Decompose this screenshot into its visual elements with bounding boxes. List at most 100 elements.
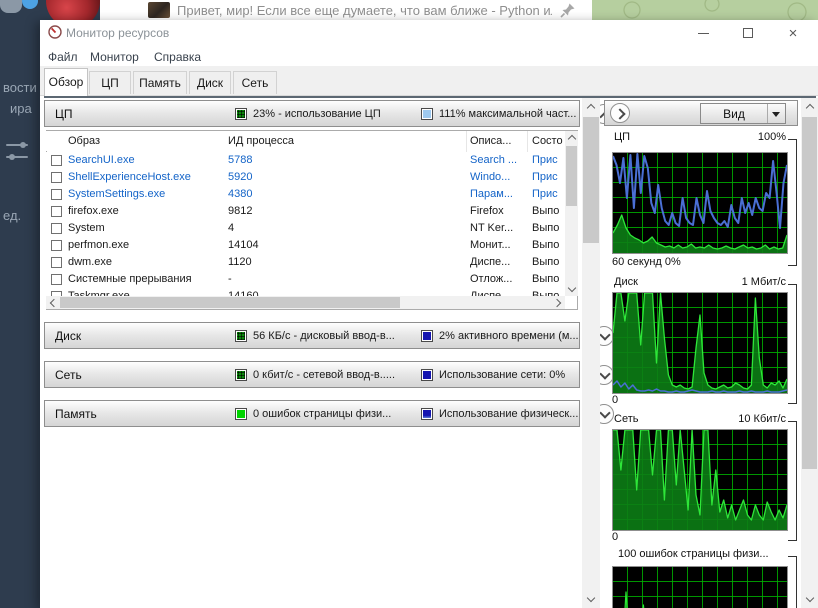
pinned-message-text[interactable]: Привет, мир! Если все еще думаете, что в… <box>177 3 552 18</box>
column-header-description[interactable]: Описа... <box>470 135 511 147</box>
process-row[interactable]: System4NT Ker...Выпо <box>46 220 565 237</box>
network-section-label: Сеть <box>55 368 82 382</box>
process-checkbox[interactable] <box>51 172 62 183</box>
window-title: Монитор ресурсов <box>66 26 169 40</box>
cell-c-st: Прис <box>532 171 564 183</box>
cell-c-img: SystemSettings.exe <box>68 188 218 200</box>
tab-disk[interactable]: Диск <box>189 71 231 94</box>
memory-section-label: Память <box>55 407 97 421</box>
view-dropdown-label: Вид <box>701 107 767 121</box>
cell-c-desc: Search ... <box>470 154 525 166</box>
network-blue-legend-text: Использование сети: 0% <box>439 369 565 381</box>
tab-overview[interactable]: Обзор <box>44 68 88 96</box>
process-table-header: Образ ИД процесса Описа... Состо <box>46 131 565 151</box>
cell-c-img: Системные прерывания <box>68 273 218 285</box>
close-button[interactable]: × <box>778 20 808 46</box>
network-graph-min-label: 0 <box>612 531 618 543</box>
scrollbar-thumb[interactable] <box>583 117 599 243</box>
cpu-blue-legend-icon <box>421 108 433 120</box>
memory-graph <box>612 566 788 608</box>
scroll-down-arrow[interactable] <box>582 591 600 608</box>
process-row[interactable]: SearchUI.exe5788Search ...Прис <box>46 152 565 169</box>
divider <box>44 96 816 98</box>
disk-section-header[interactable]: Диск 56 КБ/с - дисковый ввод-в... 2% акт… <box>44 322 580 349</box>
cell-c-pid: 9812 <box>228 205 348 217</box>
screen: вости ира ед. Привет, мир! Если все еще … <box>0 0 818 608</box>
scrollbar-thumb[interactable] <box>60 297 400 308</box>
process-row[interactable]: Системные прерывания-Отлож...Выпо <box>46 271 565 288</box>
process-row[interactable]: dwm.exe1120Диспе...Выпо <box>46 254 565 271</box>
process-row[interactable]: ShellExperienceHost.exe5920Windo...Прис <box>46 169 565 186</box>
panel-vscrollbar[interactable] <box>801 98 818 608</box>
minimize-button[interactable] <box>688 20 718 46</box>
network-section-header[interactable]: Сеть 0 кбит/с - сетевой ввод-в..... Испо… <box>44 361 580 388</box>
scroll-up-arrow[interactable] <box>801 98 818 115</box>
disk-graph-max-label: 1 Мбит/с <box>742 276 786 288</box>
cpu-graph-min-label: 0% <box>665 256 681 268</box>
pane-vscrollbar[interactable] <box>582 98 600 608</box>
chat-background <box>592 0 818 20</box>
cpu-graph-timespan: 60 секунд <box>612 256 662 268</box>
tab-network[interactable]: Сеть <box>233 71 277 94</box>
filters-icon[interactable] <box>6 140 30 166</box>
column-header-image[interactable]: Образ <box>68 135 100 147</box>
cell-c-st: Выпо <box>532 273 564 285</box>
pin-icon <box>560 2 576 18</box>
process-checkbox[interactable] <box>51 206 62 217</box>
tab-cpu[interactable]: ЦП <box>89 71 131 94</box>
scroll-up-arrow[interactable] <box>565 131 578 144</box>
column-header-pid[interactable]: ИД процесса <box>228 135 294 147</box>
panel-collapse-button[interactable] <box>610 103 630 123</box>
cell-c-desc: Монит... <box>470 239 525 251</box>
scroll-down-arrow[interactable] <box>801 591 818 608</box>
process-checkbox[interactable] <box>51 257 62 268</box>
cell-c-st: Выпо <box>532 239 564 251</box>
disk-green-legend-text: 56 КБ/с - дисковый ввод-в... <box>253 330 395 342</box>
cell-c-st: Выпо <box>532 256 564 268</box>
table-vscrollbar[interactable] <box>565 131 578 296</box>
process-row[interactable]: SystemSettings.exe4380Парам...Прис <box>46 186 565 203</box>
scroll-up-arrow[interactable] <box>582 98 600 115</box>
scroll-left-arrow[interactable] <box>46 296 59 309</box>
process-row[interactable]: firefox.exe9812FirefoxВыпо <box>46 203 565 220</box>
tab-memory[interactable]: Память <box>133 71 187 94</box>
scroll-right-arrow[interactable] <box>552 296 565 309</box>
column-header-status[interactable]: Состо <box>532 135 564 147</box>
cell-c-pid: 4 <box>228 222 348 234</box>
disk-graph-footer: 0 <box>612 394 786 408</box>
process-checkbox[interactable] <box>51 240 62 251</box>
cell-c-st: Прис <box>532 188 564 200</box>
scrollbar-thumb[interactable] <box>566 146 577 206</box>
scroll-down-arrow[interactable] <box>565 283 578 296</box>
cell-c-desc: Диспе... <box>470 256 525 268</box>
memory-section-header[interactable]: Память 0 ошибок страницы физи... Использ… <box>44 400 580 427</box>
cell-c-img: SearchUI.exe <box>68 154 218 166</box>
menu-help[interactable]: Справка <box>154 50 201 64</box>
graph-area-series <box>613 293 787 393</box>
process-checkbox[interactable] <box>51 223 62 234</box>
maximize-button[interactable] <box>733 20 763 46</box>
cpu-section-header[interactable]: ЦП 23% - использование ЦП 111% максималь… <box>44 100 580 127</box>
scale-bracket <box>788 556 797 608</box>
process-row[interactable]: perfmon.exe14104Монит...Выпо <box>46 237 565 254</box>
process-checkbox[interactable] <box>51 274 62 285</box>
disk-graph-header: Диск 1 Мбит/с <box>612 276 786 290</box>
menu-file[interactable]: Файл <box>48 50 78 64</box>
menu-monitor[interactable]: Монитор <box>90 50 139 64</box>
process-checkbox[interactable] <box>51 155 62 166</box>
cpu-section-label: ЦП <box>55 107 73 121</box>
cpu-graph <box>612 152 788 254</box>
cell-c-img: firefox.exe <box>68 205 218 217</box>
scrollbar-thumb[interactable] <box>802 117 817 469</box>
disk-section-label: Диск <box>55 329 81 343</box>
process-checkbox[interactable] <box>51 189 62 200</box>
memory-green-legend-text: 0 ошибок страницы физи... <box>253 408 391 420</box>
process-row[interactable]: Taskmgr.exe14160Диспе...Выпо <box>46 288 565 296</box>
view-dropdown-button[interactable]: Вид <box>700 103 786 124</box>
sidebar-clipped-text: ира <box>10 101 32 116</box>
network-graph <box>612 429 788 531</box>
pinned-message-thumbnail <box>148 2 170 18</box>
memory-graph-header: 100 ошибок страницы физи... <box>612 548 786 562</box>
cell-c-desc: Отлож... <box>470 273 525 285</box>
table-hscrollbar[interactable] <box>46 296 565 309</box>
